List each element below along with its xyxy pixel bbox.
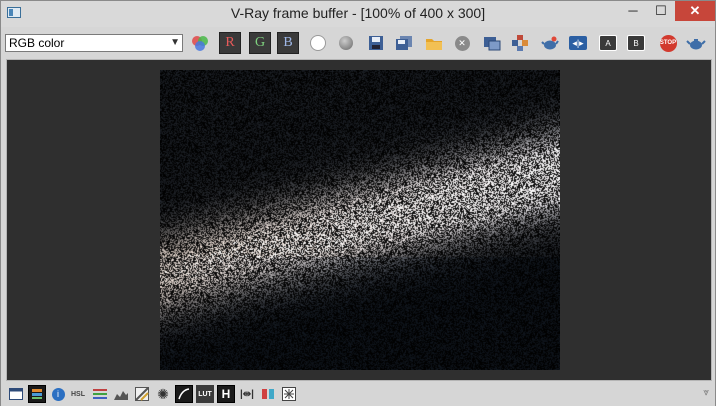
exposure-icon — [135, 387, 149, 401]
title-bar[interactable]: V-Ray frame buffer - [100% of 400 x 300]… — [1, 1, 715, 27]
show-green-channel-button[interactable]: G — [249, 32, 271, 54]
aperture-icon: ✺ — [157, 385, 169, 402]
stop-render-button[interactable]: STOP — [657, 32, 679, 54]
color-corrections-button[interactable] — [189, 32, 211, 54]
window-title: V-Ray frame buffer - [100% of 400 x 300] — [230, 5, 486, 21]
render-last-button[interactable] — [539, 32, 561, 54]
split-bar-icon — [262, 389, 274, 399]
save-all-images-button[interactable] — [393, 32, 415, 54]
levels-button[interactable] — [91, 385, 109, 403]
grid-star-icon — [282, 387, 296, 401]
info-button[interactable]: i — [49, 385, 67, 403]
info-icon: i — [51, 387, 65, 401]
show-image-info-button[interactable] — [7, 385, 25, 403]
folder-icon — [426, 39, 442, 50]
layers-icon — [32, 389, 42, 399]
rendered-image — [160, 70, 560, 370]
curve-icon — [178, 388, 190, 400]
channel-select[interactable]: RGB color ▼ — [5, 34, 183, 52]
load-image-button[interactable] — [423, 32, 445, 54]
save-image-button[interactable] — [365, 32, 387, 54]
show-alpha-button[interactable] — [307, 32, 329, 54]
compare-ab-button[interactable]: ◂|▸ — [567, 32, 589, 54]
bottom-toolbar: i HSL ✺ LUT H |⇹| ⩔ — [1, 382, 715, 406]
channel-select-value: RGB color — [9, 36, 65, 50]
history-b-button[interactable]: B — [625, 32, 647, 54]
toolbar: RGB color ▼ R G B ✕ ◂|▸ A B STOP — [1, 27, 715, 59]
duplicate-to-history-button[interactable] — [481, 32, 503, 54]
duplicate-icon — [484, 37, 501, 51]
maximize-button[interactable]: ☐ — [647, 1, 675, 21]
show-red-channel-button[interactable]: R — [219, 32, 241, 54]
lens-effects-button[interactable] — [259, 385, 277, 403]
close-button[interactable]: ✕ — [675, 1, 715, 21]
white-circle-icon — [310, 35, 326, 51]
bracket-arrows-icon: |⇹| — [240, 388, 254, 400]
stop-icon: STOP — [659, 34, 677, 52]
history-a-button[interactable]: A — [597, 32, 619, 54]
show-blue-channel-button[interactable]: B — [277, 32, 299, 54]
color-wheel-button[interactable]: ✺ — [154, 385, 172, 403]
teapot-render-icon — [541, 36, 559, 50]
clear-image-button[interactable]: ✕ — [451, 32, 473, 54]
monochrome-button[interactable] — [335, 32, 357, 54]
stamp-button[interactable] — [280, 385, 298, 403]
minimize-button[interactable]: ─ — [619, 1, 647, 21]
exposure-button[interactable] — [133, 385, 151, 403]
lut-button[interactable]: LUT — [196, 385, 214, 403]
region-grid-icon — [512, 35, 528, 51]
chevron-down-icon: ▼ — [170, 37, 180, 48]
vfb-window: V-Ray frame buffer - [100% of 400 x 300]… — [0, 0, 716, 406]
track-mouse-button[interactable] — [509, 32, 531, 54]
window-icon — [9, 388, 23, 400]
curves-button[interactable] — [175, 385, 193, 403]
render-viewport[interactable] — [6, 59, 712, 381]
rgb-circles-icon — [192, 36, 208, 51]
history-b-icon: B — [627, 35, 645, 51]
ocio-button[interactable]: H — [217, 385, 235, 403]
hsl-button[interactable]: HSL — [69, 385, 87, 403]
teapot-icon — [686, 39, 706, 50]
gray-circle-icon — [339, 36, 353, 50]
histogram-button[interactable] — [112, 385, 130, 403]
clear-icon: ✕ — [454, 35, 470, 51]
layers-button[interactable] — [28, 385, 46, 403]
multi-save-icon — [396, 36, 412, 50]
expand-chevron-icon[interactable]: ⩔ — [703, 387, 709, 398]
levels-icon — [93, 389, 107, 399]
history-a-icon: A — [599, 35, 617, 51]
srgb-button[interactable]: |⇹| — [238, 385, 256, 403]
histogram-icon — [114, 391, 128, 400]
render-button[interactable] — [685, 32, 707, 54]
floppy-icon — [369, 36, 383, 50]
ab-compare-icon: ◂|▸ — [569, 36, 587, 50]
